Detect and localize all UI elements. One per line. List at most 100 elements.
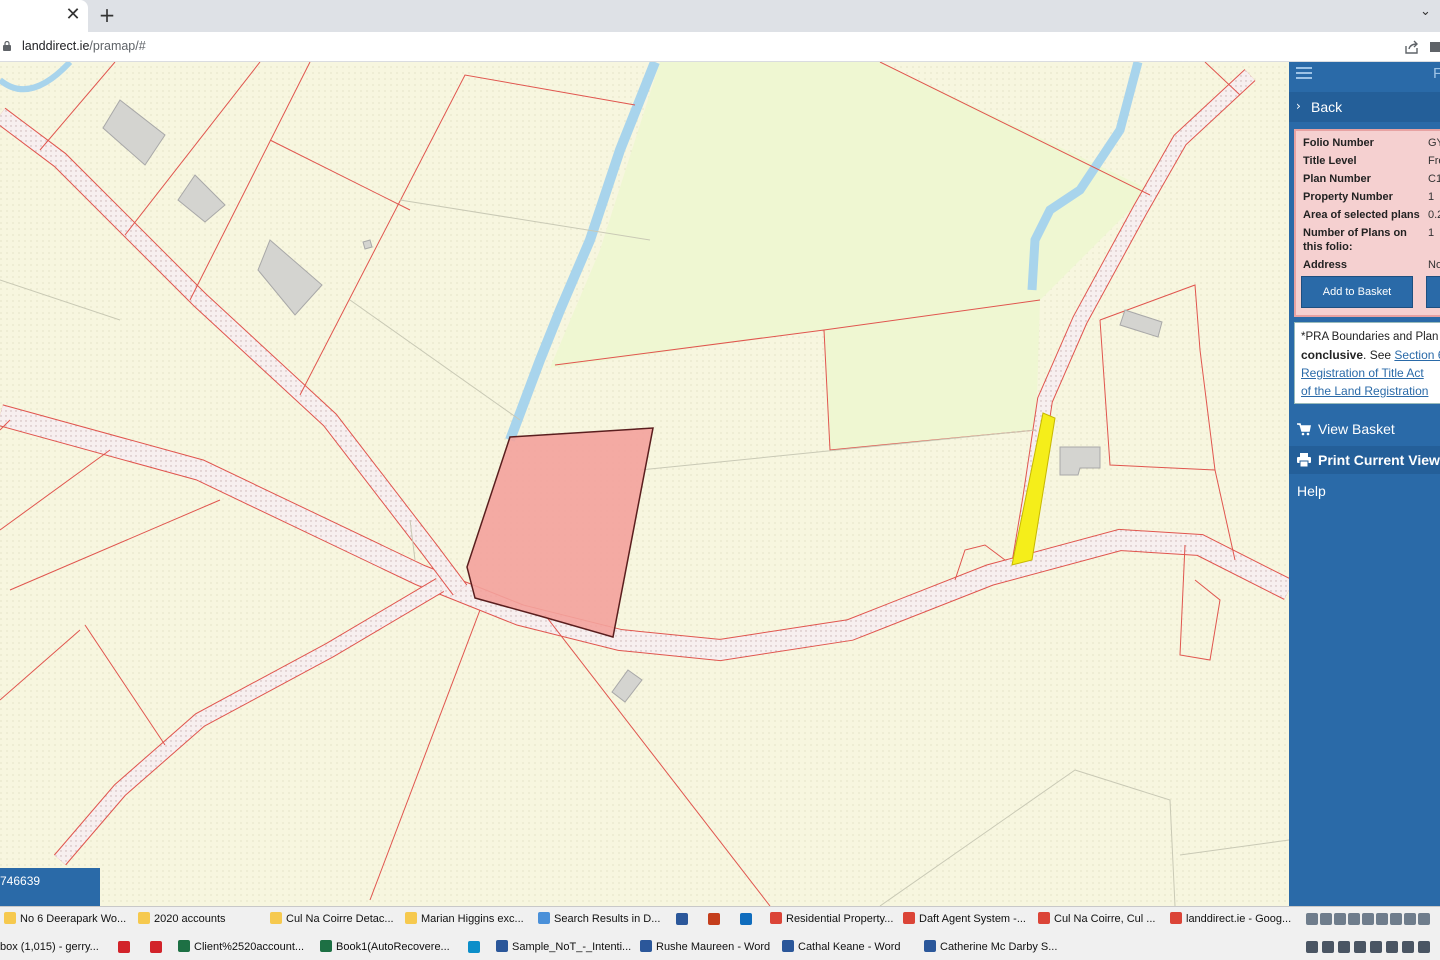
taskbar-item-label: Rushe Maureen - Word	[656, 941, 771, 953]
taskbar-row1-item[interactable]: Cul Na Coirre, Cul ...	[1038, 907, 1166, 931]
taskbar-row1-item[interactable]: Cul Na Coirre Detac...	[270, 907, 398, 931]
view-basket-button[interactable]: View Basket	[1289, 415, 1440, 443]
system-tray-icon[interactable]	[1334, 913, 1346, 925]
app-icon	[270, 912, 282, 924]
map-drawing[interactable]	[0, 62, 1289, 906]
app-icon	[4, 912, 16, 924]
coordinate-box: 746639 n	[0, 868, 100, 906]
system-tray-icon[interactable]	[1376, 913, 1388, 925]
taskbar-row2-item[interactable]: Book1(AutoRecovere...	[320, 935, 460, 959]
taskbar-row1-item[interactable]: 2020 accounts	[138, 907, 266, 931]
plan-number-value: C1	[1428, 173, 1440, 185]
url-text[interactable]: landdirect.ie/pramap/#	[22, 39, 146, 53]
registration-act-link[interactable]: Registration of Title Act	[1301, 364, 1437, 382]
title-level-value: Fre	[1428, 155, 1440, 167]
taskbar-row1-item[interactable]: Residential Property...	[770, 907, 898, 931]
system-tray-icon[interactable]	[1320, 913, 1332, 925]
app-icon	[538, 912, 550, 924]
system-tray-icon[interactable]	[1404, 913, 1416, 925]
system-tray-icon[interactable]	[1386, 941, 1398, 953]
taskbar-row2-item[interactable]: Sample_NoT_-_Intenti...	[496, 935, 636, 959]
panel-title: F	[1433, 65, 1440, 82]
back-button[interactable]: › Back	[1289, 92, 1440, 122]
system-tray-icon[interactable]	[1418, 941, 1430, 953]
secondary-action-button[interactable]	[1426, 276, 1440, 308]
taskbar-row1-item[interactable]: Marian Higgins exc...	[405, 907, 533, 931]
extension-icon[interactable]	[1430, 40, 1440, 54]
add-to-basket-button[interactable]: Add to Basket	[1301, 276, 1413, 308]
system-tray-icon[interactable]	[1402, 941, 1414, 953]
taskbar-row1-item[interactable]: Daft Agent System -...	[903, 907, 1031, 931]
system-tray-icon[interactable]	[1306, 941, 1318, 953]
taskbar-item-label: Residential Property...	[786, 913, 894, 925]
taskbar-row2-item[interactable]: Rushe Maureen - Word	[640, 935, 780, 959]
menu-icon[interactable]	[1296, 67, 1312, 81]
property-number-label: Property Number	[1303, 191, 1393, 203]
taskbar-row1-item[interactable]: Search Results in D...	[538, 907, 666, 931]
taskbar-row2-item[interactable]: Client%2520account...	[178, 935, 318, 959]
taskbar-item-label: Daft Agent System -...	[919, 913, 1026, 925]
plans-count-value: 1	[1428, 227, 1435, 239]
taskbar-item-label: Marian Higgins exc...	[421, 913, 524, 925]
lock-icon[interactable]	[3, 41, 11, 51]
folio-number-label: Folio Number	[1303, 137, 1374, 149]
app-icon	[903, 912, 915, 924]
system-tray-icon[interactable]	[1322, 941, 1334, 953]
taskbar-item-label: Client%2520account...	[194, 941, 305, 953]
app-icon	[640, 940, 652, 952]
folio-info-box: Folio Number GY Title Level Fre Plan Num…	[1294, 129, 1440, 317]
new-tab-button[interactable]: +	[96, 4, 118, 26]
system-tray-icon[interactable]	[1338, 941, 1350, 953]
quick-launch-icon[interactable]	[150, 941, 162, 953]
print-view-label: Print Current View	[1318, 452, 1440, 468]
area-label: Area of selected plans	[1303, 209, 1420, 221]
taskbar-item-label: Book1(AutoRecovere...	[336, 941, 450, 953]
quick-launch-icon[interactable]	[740, 913, 752, 925]
app-icon	[320, 940, 332, 952]
app-icon	[1038, 912, 1050, 924]
taskbar-row2-item[interactable]: Catherine Mc Darby S...	[924, 935, 1064, 959]
printer-icon	[1297, 453, 1311, 467]
land-registration-link[interactable]: of the Land Registration	[1301, 382, 1437, 400]
taskbar-item-label: 2020 accounts	[154, 913, 226, 925]
app-icon	[178, 940, 190, 952]
section-link[interactable]: Section 6	[1394, 348, 1440, 362]
map-canvas[interactable]: 746639 n	[0, 62, 1289, 906]
chevron-right-icon: ›	[1296, 99, 1301, 113]
app-icon	[138, 912, 150, 924]
quick-launch-icon[interactable]	[118, 941, 130, 953]
system-tray-icon[interactable]	[1306, 913, 1318, 925]
browser-tab[interactable]: ✕	[0, 0, 88, 32]
taskbar-row2-item[interactable]: Cathal Keane - Word	[782, 935, 922, 959]
help-link[interactable]: Help	[1297, 483, 1326, 499]
taskbar-row1-item[interactable]: landdirect.ie - Goog...	[1170, 907, 1298, 931]
system-tray-icon[interactable]	[1362, 913, 1374, 925]
notice-line-2: conclusive. See Section 6	[1301, 346, 1440, 364]
notice-line-1: *PRA Boundaries and Plan	[1301, 331, 1439, 343]
system-tray-icon[interactable]	[1390, 913, 1402, 925]
taskbar-item-label: Sample_NoT_-_Intenti...	[512, 941, 632, 953]
taskbar-item-label: box (1,015) - gerry...	[0, 941, 99, 953]
quick-launch-icon[interactable]	[676, 913, 688, 925]
address-value: No	[1428, 259, 1440, 271]
disclaimer-notice: *PRA Boundaries and Plan conclusive. See…	[1294, 322, 1440, 404]
system-tray-icon[interactable]	[1418, 913, 1430, 925]
system-tray-icon[interactable]	[1370, 941, 1382, 953]
tab-bar: ✕ + ⌄	[0, 0, 1440, 32]
app-icon	[405, 912, 417, 924]
close-tab-icon[interactable]: ✕	[64, 5, 82, 25]
share-icon[interactable]	[1404, 39, 1420, 55]
quick-launch-icon[interactable]	[468, 941, 480, 953]
print-current-view-button[interactable]: Print Current View	[1289, 446, 1440, 474]
taskbar-item-label: Cul Na Coirre, Cul ...	[1054, 913, 1156, 925]
system-tray-icon[interactable]	[1348, 913, 1360, 925]
address-label: Address	[1303, 259, 1348, 271]
panel-header: F	[1289, 62, 1440, 90]
system-tray-icon[interactable]	[1354, 941, 1366, 953]
app-icon	[770, 912, 782, 924]
tab-search-button[interactable]: ⌄	[1420, 4, 1436, 24]
taskbar-row1-item[interactable]: No 6 Deerapark Wo...	[4, 907, 132, 931]
address-bar[interactable]: landdirect.ie/pramap/#	[0, 32, 1440, 62]
quick-launch-icon[interactable]	[708, 913, 720, 925]
plan-number-label: Plan Number	[1303, 173, 1371, 185]
